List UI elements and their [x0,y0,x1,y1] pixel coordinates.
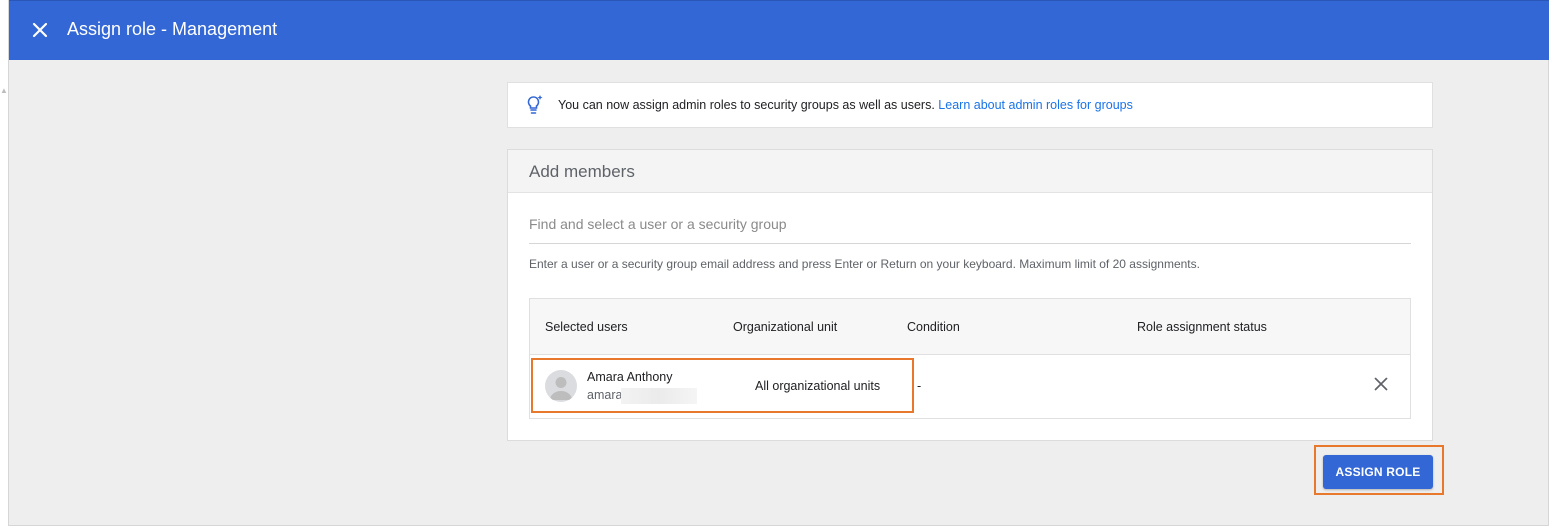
remove-user-button[interactable] [1370,373,1392,395]
column-condition: Condition [907,320,960,334]
info-banner-message: You can now assign admin roles to securi… [558,98,939,112]
redacted-email-region [621,388,697,404]
close-icon [1374,377,1388,391]
selected-users-table: Selected users Organizational unit Condi… [529,298,1411,419]
close-icon [32,22,48,38]
table-row: Amara Anthony amara All organizational u… [530,356,1410,418]
user-org-unit: All organizational units [755,379,881,393]
column-organizational-unit: Organizational unit [733,320,838,334]
user-email: amara [587,388,623,402]
add-members-title: Add members [529,162,635,181]
scroll-arrow-icon: ▲ [0,86,8,95]
dialog-frame: Assign role - Management You can now ass… [8,0,1549,526]
add-members-card: Add members Enter a user or a security g… [507,149,1433,441]
person-avatar-icon [545,370,577,402]
dialog-header: Assign role - Management [9,0,1549,60]
lightbulb-sparkle-icon [527,95,543,114]
add-members-header: Add members [508,150,1432,193]
search-helper-text: Enter a user or a security group email a… [529,257,1200,271]
user-name: Amara Anthony [587,370,673,384]
column-selected-users: Selected users [545,320,628,334]
learn-more-link[interactable]: Learn about admin roles for groups [938,98,1133,112]
table-header: Selected users Organizational unit Condi… [530,299,1410,355]
info-banner-text: You can now assign admin roles to securi… [558,97,1133,113]
column-role-assignment-status: Role assignment status [1137,320,1267,334]
close-button[interactable] [27,17,53,43]
dialog-title: Assign role - Management [67,19,278,39]
info-banner: You can now assign admin roles to securi… [507,82,1433,128]
user-condition: - [917,379,922,393]
member-search-input[interactable] [529,212,1411,244]
assign-role-button[interactable]: ASSIGN ROLE [1323,455,1433,489]
